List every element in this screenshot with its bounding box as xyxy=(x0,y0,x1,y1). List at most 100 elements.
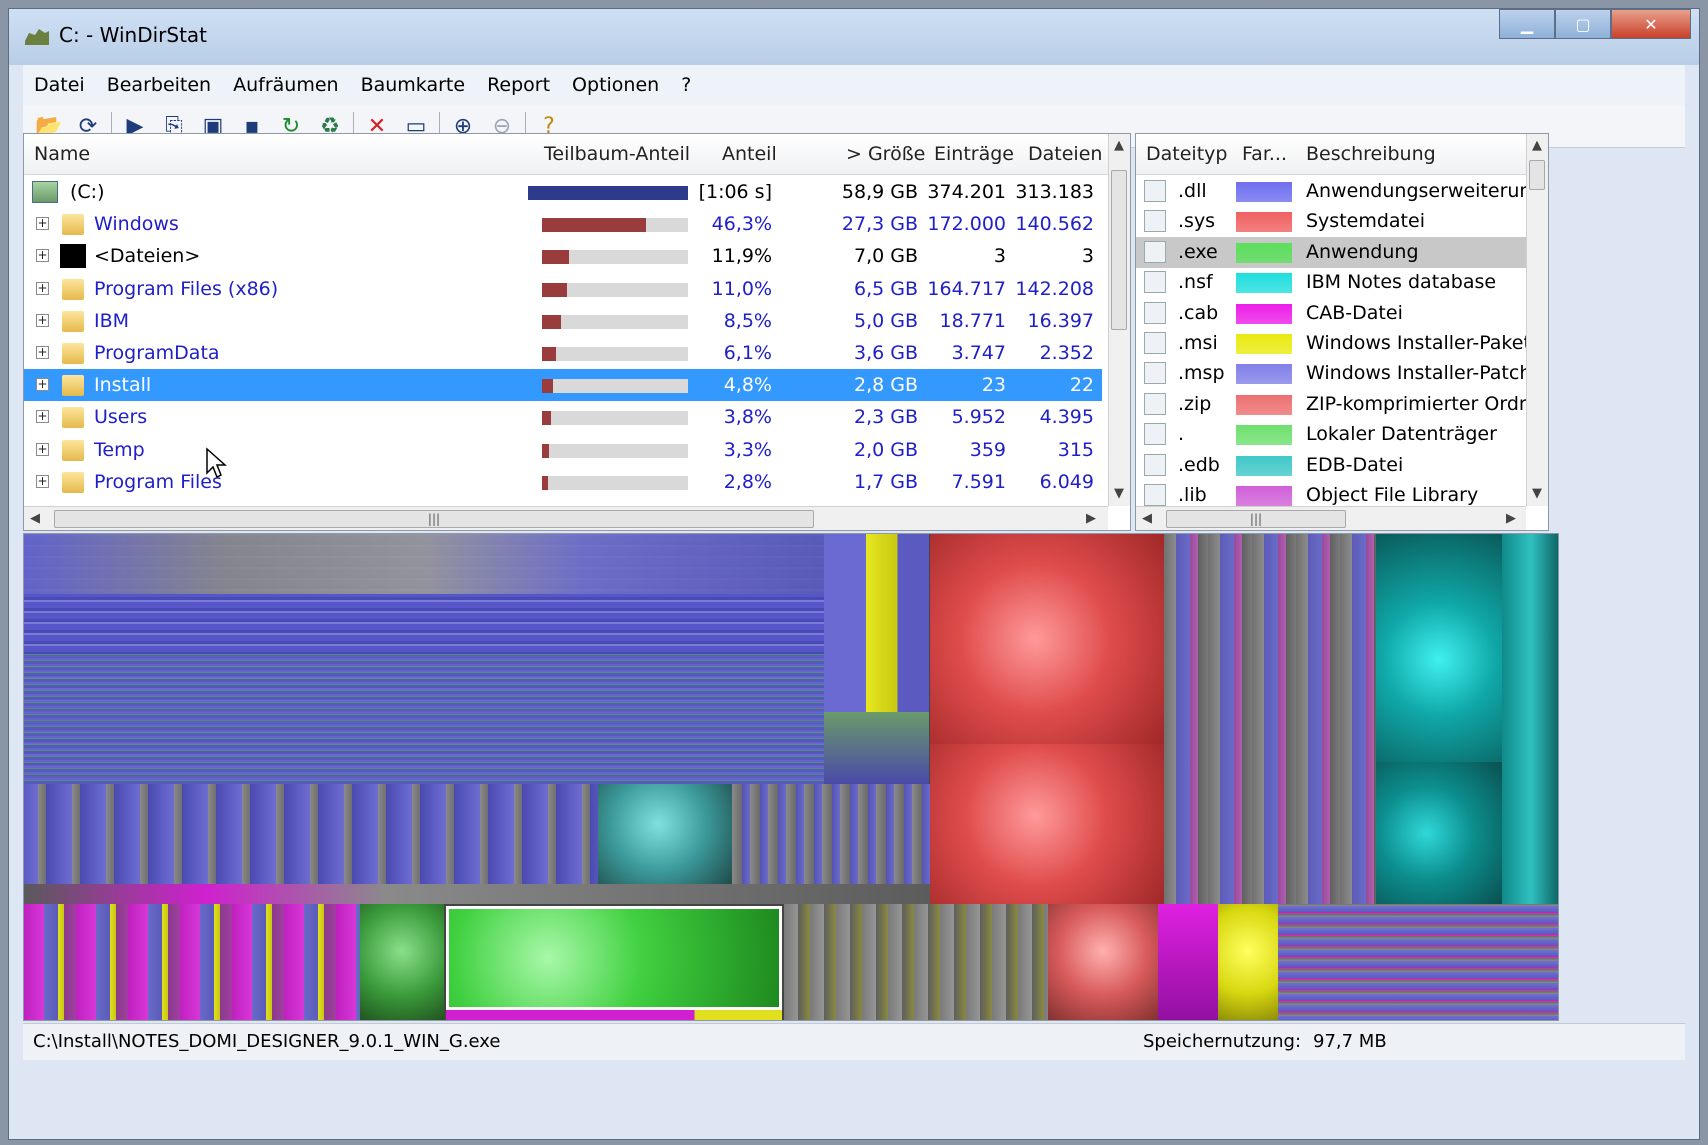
treemap-block[interactable] xyxy=(446,1010,782,1020)
menu-item[interactable]: ? xyxy=(670,74,702,96)
treemap-block[interactable] xyxy=(1502,534,1558,904)
treemap-block[interactable] xyxy=(784,904,1048,1020)
ext-row[interactable]: .zip ZIP-komprimierter Ordne xyxy=(1136,389,1543,420)
treemap-block[interactable] xyxy=(930,534,1164,744)
ext-row[interactable]: .msp Windows Installer-Patch xyxy=(1136,358,1531,389)
expand-toggle[interactable]: + xyxy=(36,313,49,327)
expand-toggle[interactable]: + xyxy=(36,346,49,359)
maximize-button[interactable]: ▢ xyxy=(1555,9,1611,39)
tree-scroll-thumb[interactable] xyxy=(1111,170,1127,330)
column-files[interactable]: Dateien xyxy=(1028,134,1102,174)
tree-row[interactable]: + IBM 8,5% 5,0 GB 18.771 16.397 xyxy=(24,305,1102,337)
column-entries[interactable]: Einträge xyxy=(934,134,1014,174)
tree-row[interactable]: + <Dateien> 11,9% 7,0 GB 3 3 xyxy=(24,240,1102,272)
treemap-block[interactable] xyxy=(824,534,929,712)
ext-scroll-right-arrow[interactable]: ▶ xyxy=(1506,511,1516,526)
close-button[interactable]: ✕ xyxy=(1611,9,1691,39)
tree-row[interactable]: + Temp 3,3% 2,0 GB 359 315 xyxy=(24,434,1102,466)
expand-toggle[interactable]: + xyxy=(36,410,49,424)
treemap-block[interactable] xyxy=(598,784,732,884)
column-description[interactable]: Beschreibung xyxy=(1306,134,1436,174)
ext-row[interactable]: .msi Windows Installer-Paket xyxy=(1136,328,1531,359)
tree-horizontal-scrollbar[interactable]: ◀ ||| ▶ xyxy=(24,506,1108,530)
ext-scroll-up-arrow[interactable]: ▲ xyxy=(1532,138,1542,153)
tree-row[interactable]: + Program Files 2,8% 1,7 GB 7.591 6.049 xyxy=(24,466,1102,498)
tree-row[interactable]: (C:) [1:06 s] 58,9 GB 374.201 313.183 xyxy=(24,176,1102,208)
treemap-block[interactable] xyxy=(1158,904,1218,1020)
expand-toggle[interactable]: + xyxy=(36,217,49,231)
ext-horizontal-scrollbar[interactable]: ◀ ||| ▶ xyxy=(1136,506,1526,530)
menu-item[interactable]: Datei xyxy=(23,74,96,96)
column-size[interactable]: > Größe xyxy=(846,134,925,174)
tree-row[interactable]: + Program Files (x86) 11,0% 6,5 GB 164.717 14… xyxy=(24,273,1102,305)
treemap-block[interactable] xyxy=(24,904,360,1020)
color-swatch xyxy=(1236,334,1292,354)
treemap-block[interactable] xyxy=(824,712,929,784)
treemap-block[interactable] xyxy=(24,884,930,904)
treemap[interactable] xyxy=(23,533,1559,1021)
ext-hscroll-thumb[interactable]: ||| xyxy=(1166,510,1346,528)
treemap-block[interactable] xyxy=(1048,904,1158,1020)
ext-scroll-left-arrow[interactable]: ◀ xyxy=(1142,511,1152,526)
treemap-block[interactable] xyxy=(360,904,444,1020)
ext-name: .exe xyxy=(1178,240,1218,263)
title-bar[interactable]: C: - WinDirStat ▁ ▢ ✕ xyxy=(9,9,1699,65)
ext-description: ZIP-komprimierter Ordne xyxy=(1306,392,1543,415)
expand-toggle[interactable]: + xyxy=(36,378,49,392)
ext-scroll-thumb[interactable] xyxy=(1529,160,1545,190)
tree-hscroll-thumb[interactable]: ||| xyxy=(54,510,814,528)
directory-tree[interactable]: Name Teilbaum-Anteil Anteil > Größe Eint… xyxy=(23,133,1131,531)
ext-scroll-down-arrow[interactable]: ▼ xyxy=(1532,486,1542,501)
tree-row[interactable]: + Windows 46,3% 27,3 GB 172.000 140.562 xyxy=(24,208,1102,240)
scroll-down-arrow[interactable]: ▼ xyxy=(1114,486,1124,501)
menu-item[interactable]: Report xyxy=(476,74,561,96)
expand-toggle[interactable]: + xyxy=(36,249,49,263)
treemap-block[interactable] xyxy=(930,744,1164,904)
ext-row[interactable]: .edb EDB-Datei xyxy=(1136,450,1526,481)
minimize-button[interactable]: ▁ xyxy=(1499,9,1555,39)
column-share[interactable]: Anteil xyxy=(722,134,777,174)
menu-item[interactable]: Optionen xyxy=(561,74,670,96)
subtree-bar-fill xyxy=(542,411,551,426)
subtree-bar xyxy=(542,347,688,361)
column-name[interactable]: Name xyxy=(34,134,90,174)
subtree-bar-fill xyxy=(542,282,567,297)
column-subtree[interactable]: Teilbaum-Anteil xyxy=(544,134,690,174)
menu-item[interactable]: Bearbeiten xyxy=(96,74,222,96)
ext-vertical-scrollbar[interactable]: ▲ ▼ xyxy=(1526,134,1548,506)
treemap-block[interactable] xyxy=(1218,904,1278,1020)
extension-list[interactable]: Dateityp Far... Beschreibung .dll Anwendu… xyxy=(1135,133,1549,531)
menu-item[interactable]: Aufräumen xyxy=(222,74,349,96)
row-name: Install xyxy=(94,374,152,397)
tree-row[interactable]: + ProgramData 6,1% 3,6 GB 3.747 2.352 xyxy=(24,337,1102,369)
treemap-block[interactable] xyxy=(24,654,824,784)
file-type-icon xyxy=(1144,423,1166,446)
expand-toggle[interactable]: + xyxy=(36,442,49,456)
column-color[interactable]: Far... xyxy=(1242,134,1287,174)
row-files: 6.049 xyxy=(1039,470,1094,493)
scroll-left-arrow[interactable]: ◀ xyxy=(30,511,40,526)
tree-vertical-scrollbar[interactable]: ▲ ▼ xyxy=(1108,134,1130,506)
expand-toggle[interactable]: + xyxy=(36,281,49,295)
ext-row[interactable]: .nsf IBM Notes database xyxy=(1136,267,1526,298)
treemap-block[interactable] xyxy=(1278,904,1558,1020)
ext-row[interactable]: .cab CAB-Datei xyxy=(1136,298,1526,329)
treemap-block[interactable] xyxy=(1376,534,1502,762)
tree-row[interactable]: + Users 3,8% 2,3 GB 5.952 4.395 xyxy=(24,401,1102,433)
row-share: 46,3% xyxy=(711,213,772,236)
scroll-up-arrow[interactable]: ▲ xyxy=(1114,138,1124,153)
tree-row[interactable]: + Install 4,8% 2,8 GB 23 22 xyxy=(24,369,1102,402)
row-entries: 23 xyxy=(981,374,1006,397)
menu-item[interactable]: Baumkarte xyxy=(350,74,477,96)
treemap-block[interactable] xyxy=(1376,762,1502,904)
ext-row[interactable]: .dll Anwendungserweiterung xyxy=(1136,176,1544,207)
column-filetype[interactable]: Dateityp xyxy=(1146,134,1227,174)
ext-row[interactable]: .exe Anwendung xyxy=(1136,236,1526,268)
ext-row[interactable]: . Lokaler Datenträger xyxy=(1136,419,1526,450)
treemap-block[interactable] xyxy=(446,906,782,1010)
treemap-block[interactable] xyxy=(24,534,824,594)
ext-row[interactable]: .sys Systemdatei xyxy=(1136,206,1526,237)
treemap-block[interactable] xyxy=(1164,534,1376,904)
expand-toggle[interactable]: + xyxy=(36,474,49,488)
scroll-right-arrow[interactable]: ▶ xyxy=(1086,511,1096,526)
